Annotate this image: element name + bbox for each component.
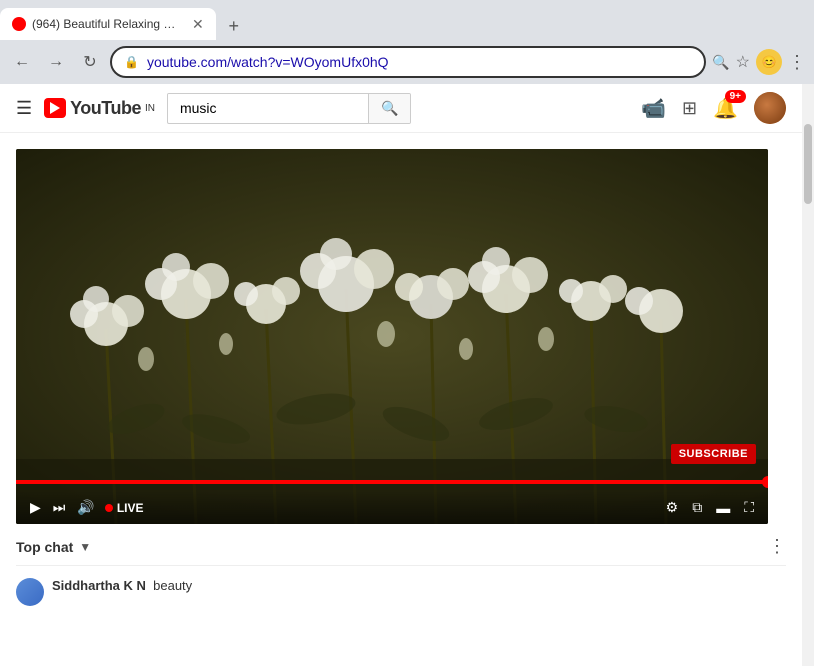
chat-message-body: beauty — [153, 578, 192, 593]
progress-dot — [762, 476, 768, 488]
play-button[interactable]: ▶ — [28, 497, 43, 518]
video-thumbnail — [16, 149, 768, 524]
subscribe-overlay-button[interactable]: SUBSCRIBE — [671, 444, 756, 464]
forward-button[interactable]: → — [42, 48, 70, 76]
lock-icon: 🔒 — [124, 55, 139, 69]
tab-close-button[interactable]: ✕ — [192, 16, 204, 33]
progress-fill — [16, 480, 768, 484]
tab-bar: (964) Beautiful Relaxing Hymns... ✕ + — [0, 0, 814, 40]
live-badge: LIVE — [105, 501, 144, 515]
chrome-profile[interactable]: 😊 — [756, 49, 782, 75]
chat-username: Siddhartha K N — [52, 578, 146, 593]
chat-message-item: Siddhartha K N beauty — [16, 574, 786, 610]
browser-window: (964) Beautiful Relaxing Hymns... ✕ + ← … — [0, 0, 814, 84]
live-label: LIVE — [117, 501, 144, 515]
header-right-controls: 📹 ⊞ 🔔 9+ — [641, 92, 786, 124]
youtube-logo-icon — [44, 98, 66, 118]
chat-message-text: Siddhartha K N beauty — [52, 578, 192, 593]
main-scroll-area: ☰ YouTube IN 🔍 📹 ⊞ 🔔 9+ — [0, 84, 802, 666]
live-dot — [105, 504, 113, 512]
chat-title-label: Top chat — [16, 539, 73, 555]
video-progress-bar[interactable] — [16, 480, 768, 484]
youtube-text: YouTube — [70, 98, 141, 119]
chrome-menu-button[interactable]: ⋮ — [788, 52, 806, 73]
chrome-search-icon[interactable]: 🔍 — [712, 54, 729, 71]
skip-button[interactable]: ⏭ — [51, 497, 68, 518]
tab-title: (964) Beautiful Relaxing Hymns... — [32, 17, 182, 31]
chat-section: Top chat ▼ ⋮ Siddhartha K N beauty — [0, 524, 802, 610]
youtube-country-code: IN — [145, 103, 155, 114]
chat-user-avatar — [16, 578, 44, 606]
chat-menu-button[interactable]: ⋮ — [768, 536, 786, 557]
fullscreen-button[interactable]: ⛶ — [742, 497, 756, 518]
play-triangle-icon — [50, 102, 60, 114]
chat-chevron-icon: ▼ — [79, 540, 91, 554]
settings-button[interactable]: ⚙ — [664, 497, 681, 518]
video-controls: ▶ ⏭ 🔊 LIVE ⚙ ⧉ ▬ ⛶ — [16, 491, 768, 524]
hamburger-menu-button[interactable]: ☰ — [16, 98, 32, 119]
avatar-image — [754, 92, 786, 124]
top-chat-toggle[interactable]: Top chat ▼ — [16, 539, 91, 555]
upload-video-button[interactable]: 📹 — [641, 96, 666, 121]
apps-grid-button[interactable]: ⊞ — [682, 98, 697, 119]
scroll-thumb[interactable] — [804, 124, 812, 204]
controls-right: ⚙ ⧉ ▬ ⛶ — [664, 497, 756, 518]
back-button[interactable]: ← — [8, 48, 36, 76]
video-section: SUBSCRIBE ▶ ⏭ 🔊 LIVE — [0, 133, 802, 524]
bookmark-icon[interactable]: ☆ — [736, 52, 750, 72]
scrollbar[interactable] — [802, 84, 814, 666]
youtube-header: ☰ YouTube IN 🔍 📹 ⊞ 🔔 9+ — [0, 84, 802, 133]
address-bar-row: ← → ↻ 🔒 🔍 ☆ 😊 ⋮ — [0, 40, 814, 84]
notifications-button[interactable]: 🔔 9+ — [713, 96, 738, 121]
miniplayer-button[interactable]: ⧉ — [690, 497, 704, 518]
content-area: ☰ YouTube IN 🔍 📹 ⊞ 🔔 9+ — [0, 84, 814, 666]
active-tab[interactable]: (964) Beautiful Relaxing Hymns... ✕ — [0, 8, 216, 40]
youtube-search-input[interactable] — [168, 94, 368, 122]
chat-header: Top chat ▼ ⋮ — [16, 536, 786, 566]
video-player[interactable]: SUBSCRIBE ▶ ⏭ 🔊 LIVE — [16, 149, 768, 524]
address-bar[interactable]: 🔒 — [110, 46, 706, 78]
youtube-logo[interactable]: YouTube IN — [44, 98, 155, 119]
refresh-button[interactable]: ↻ — [76, 48, 104, 76]
chat-messages-area: Siddhartha K N beauty — [16, 566, 786, 610]
volume-button[interactable]: 🔊 — [75, 497, 96, 518]
theater-button[interactable]: ▬ — [714, 498, 732, 518]
url-input[interactable] — [147, 54, 692, 70]
user-avatar[interactable] — [754, 92, 786, 124]
youtube-search-bar: 🔍 — [167, 93, 411, 124]
youtube-search-button[interactable]: 🔍 — [368, 94, 410, 123]
new-tab-button[interactable]: + — [220, 12, 248, 40]
tab-favicon — [12, 17, 26, 31]
notification-badge: 9+ — [725, 90, 746, 103]
